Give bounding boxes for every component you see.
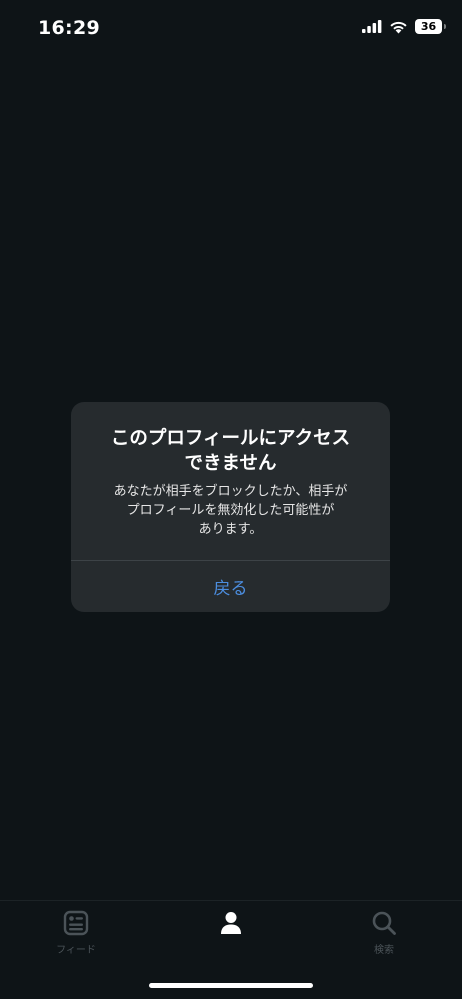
- tab-profile[interactable]: [191, 910, 271, 936]
- home-indicator[interactable]: [149, 983, 313, 988]
- status-indicators: 36: [362, 19, 446, 34]
- tab-feed[interactable]: フィード: [36, 910, 116, 956]
- status-bar: 16:29 36: [0, 0, 462, 60]
- battery-icon: 36: [415, 19, 446, 34]
- feed-icon: [63, 910, 89, 936]
- tab-feed-label: フィード: [56, 945, 96, 956]
- screen: 16:29 36 このプロフィールにアクセス できません あなたが相手をブロック…: [0, 0, 462, 999]
- alert-dialog: このプロフィールにアクセス できません あなたが相手をブロックしたか、相手が プ…: [71, 402, 390, 612]
- status-time: 16:29: [38, 17, 100, 39]
- back-button[interactable]: 戻る: [71, 561, 390, 612]
- search-icon: [372, 911, 396, 935]
- alert-title-line1: このプロフィールにアクセス: [110, 428, 351, 449]
- alert-title-line2: できません: [184, 453, 277, 474]
- profile-icon: [221, 912, 241, 934]
- alert-message-line3: あります。: [198, 522, 263, 537]
- signal-icon: [362, 20, 382, 33]
- alert-message-line1: あなたが相手をブロックしたか、相手が: [113, 484, 348, 499]
- alert-title: このプロフィールにアクセス できません: [71, 402, 390, 476]
- alert-message-line2: プロフィールを無効化した可能性が: [126, 503, 335, 518]
- wifi-icon: [390, 21, 407, 33]
- alert-message: あなたが相手をブロックしたか、相手が プロフィールを無効化した可能性が あります…: [71, 476, 390, 539]
- tab-search-label: 検索: [374, 945, 394, 956]
- battery-level: 36: [420, 20, 437, 33]
- tab-search[interactable]: 検索: [344, 910, 424, 956]
